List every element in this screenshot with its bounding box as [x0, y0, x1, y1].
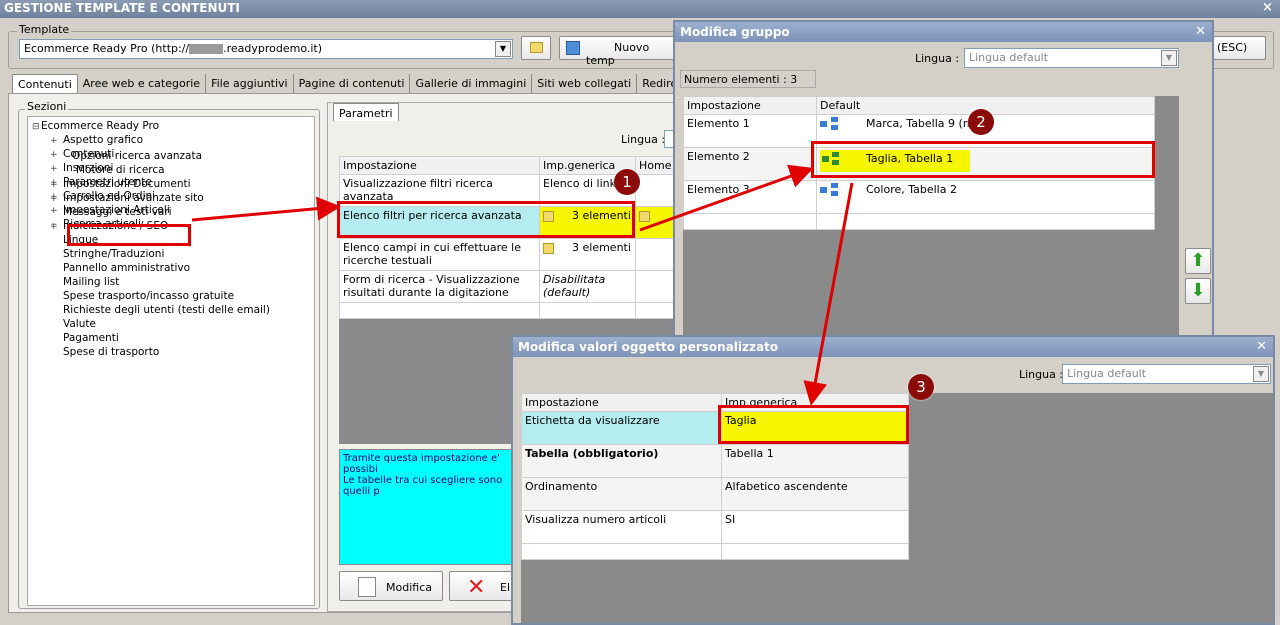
arrow-1 — [191, 196, 341, 222]
arrow-2 — [639, 164, 814, 232]
step-badge-2: 2 — [968, 109, 994, 135]
step-badge-1: 1 — [614, 169, 640, 195]
annotation-arrows — [191, 164, 854, 406]
arrow-3 — [803, 182, 854, 406]
step-badge-3: 3 — [908, 374, 934, 400]
